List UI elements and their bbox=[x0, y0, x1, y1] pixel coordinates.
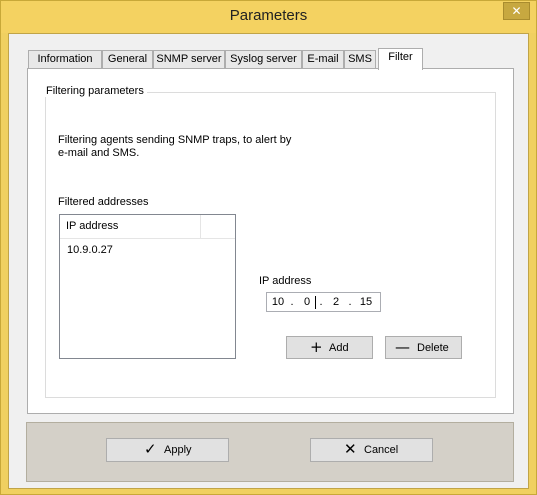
ip-separator: . bbox=[319, 296, 323, 308]
minus-icon: — bbox=[395, 338, 410, 356]
filtered-addresses-list[interactable]: IP address 10.9.0.27 bbox=[59, 214, 236, 359]
ip-octet-1[interactable]: 10 bbox=[269, 296, 287, 308]
ip-address-label: IP address bbox=[259, 275, 312, 287]
tab-sms[interactable]: SMS bbox=[344, 50, 376, 69]
ip-octet-3[interactable]: 2 bbox=[327, 296, 345, 308]
plus-icon: + bbox=[310, 338, 323, 356]
tab-information[interactable]: Information bbox=[28, 50, 102, 69]
ip-address-field[interactable]: 10 . 0 . 2 . 15 bbox=[266, 292, 381, 312]
ip-separator: . bbox=[348, 296, 352, 308]
ip-octet-4[interactable]: 15 bbox=[357, 296, 375, 308]
ip-octet-2[interactable]: 0 bbox=[298, 296, 316, 308]
tab-email[interactable]: E-mail bbox=[302, 50, 344, 69]
cancel-button-label: Cancel bbox=[364, 444, 399, 456]
ip-separator: . bbox=[290, 296, 294, 308]
tab-snmp-server[interactable]: SNMP server bbox=[153, 50, 225, 69]
delete-button-label: Delete bbox=[417, 342, 449, 354]
close-button[interactable]: ✕ bbox=[503, 2, 530, 20]
cancel-button[interactable]: ✕ Cancel bbox=[310, 438, 433, 462]
apply-button-label: Apply bbox=[164, 444, 192, 456]
close-icon: ✕ bbox=[511, 4, 522, 18]
x-icon: ✕ bbox=[344, 440, 357, 458]
list-item[interactable]: 10.9.0.27 bbox=[67, 244, 113, 256]
button-panel: ✓ Apply ✕ Cancel bbox=[26, 422, 514, 482]
column-header-ip-address[interactable]: IP address bbox=[60, 215, 201, 238]
tab-filter[interactable]: Filter bbox=[378, 48, 423, 70]
delete-button[interactable]: — Delete bbox=[385, 336, 462, 359]
tab-syslog-server[interactable]: Syslog server bbox=[225, 50, 302, 69]
checkmark-icon: ✓ bbox=[144, 440, 157, 458]
window-title: Parameters bbox=[229, 7, 308, 24]
add-button-label: Add bbox=[329, 342, 349, 354]
add-button[interactable]: + Add bbox=[286, 336, 373, 359]
text-caret bbox=[315, 296, 316, 309]
filtered-addresses-label: Filtered addresses bbox=[58, 196, 149, 208]
title-bar[interactable]: Parameters ✕ bbox=[1, 1, 536, 33]
group-title: Filtering parameters bbox=[43, 85, 147, 97]
tab-general[interactable]: General bbox=[102, 50, 153, 69]
apply-button[interactable]: ✓ Apply bbox=[106, 438, 229, 462]
list-header: IP address bbox=[60, 215, 235, 239]
filter-description: Filtering agents sending SNMP traps, to … bbox=[58, 134, 292, 159]
column-header-blank bbox=[201, 215, 235, 238]
parameters-window: Parameters ✕ Information General SNMP se… bbox=[0, 0, 537, 495]
dialog-client-area: Information General SNMP server Syslog s… bbox=[8, 33, 529, 489]
